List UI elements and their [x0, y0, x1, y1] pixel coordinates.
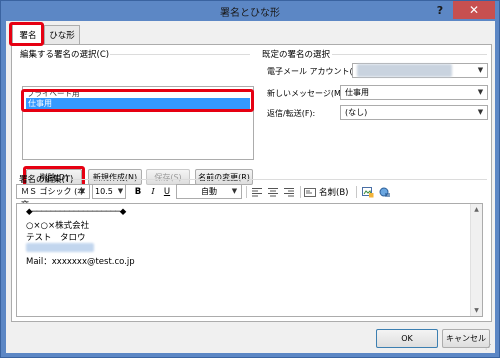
- new-messages-value: 仕事用: [345, 88, 369, 97]
- title-bar[interactable]: 署名とひな形 ? ✕: [1, 1, 499, 21]
- editor-line-redacted: xxxxxxxxxxxx: [26, 243, 94, 252]
- divider: [110, 54, 250, 55]
- editor-line-divider: ◆───────────────────◆: [26, 207, 126, 217]
- business-card-icon: [304, 187, 316, 197]
- italic-button[interactable]: I: [147, 184, 159, 200]
- tab-signature[interactable]: 署名: [12, 24, 44, 45]
- email-account-select[interactable]: xxxxxxxxxxxxxxxxxxxx ▼: [352, 63, 488, 78]
- chevron-down-icon: ▼: [231, 187, 238, 195]
- toolbar-separator: [300, 186, 301, 198]
- insert-picture-icon[interactable]: [361, 184, 375, 200]
- new-messages-select[interactable]: 仕事用 ▼: [340, 85, 488, 100]
- divider: [72, 179, 487, 180]
- chevron-down-icon: ▼: [79, 187, 86, 195]
- window-title: 署名とひな形: [220, 8, 280, 19]
- bold-button[interactable]: B: [132, 184, 144, 200]
- align-right-icon[interactable]: [282, 184, 296, 200]
- ok-button[interactable]: OK: [376, 329, 438, 348]
- new-button[interactable]: 新規作成(N): [88, 169, 142, 185]
- dialog-window: 署名とひな形 ? ✕ 署名 ひな形 編集する署名の選択(C) プライベート用 仕…: [0, 0, 500, 358]
- toolbar-separator: [246, 186, 247, 198]
- reply-forward-value: (なし): [345, 108, 368, 117]
- signature-list-item[interactable]: 仕事用: [26, 98, 250, 109]
- dialog-client: 署名 ひな形 編集する署名の選択(C) プライベート用 仕事用 削除(D) 新規…: [6, 21, 495, 353]
- tab-stationery[interactable]: ひな形: [44, 25, 80, 44]
- editor-line-name: テスト タロウ: [26, 233, 86, 243]
- chevron-down-icon: ▼: [117, 187, 124, 195]
- email-account-value: xxxxxxxxxxxxxxxxxxxx: [357, 64, 452, 77]
- font-size-value: 10.5: [95, 187, 113, 196]
- signature-list[interactable]: プライベート用 仕事用: [22, 86, 254, 160]
- divider: [332, 54, 487, 55]
- select-signature-label: 編集する署名の選択(C): [20, 50, 110, 60]
- format-toolbar: ＭＳ ゴシック (本文 ▼ 10.5 ▼ B I U 自動 ▼: [16, 184, 484, 209]
- close-button[interactable]: ✕: [453, 1, 495, 19]
- resize-grip-icon[interactable]: ⋰: [485, 343, 493, 351]
- chevron-down-icon: ▼: [477, 108, 484, 116]
- editor-line-mail: Mail：xxxxxxx@test.co.jp: [26, 257, 135, 267]
- reply-forward-select[interactable]: (なし) ▼: [340, 105, 488, 120]
- font-color-select[interactable]: 自動 ▼: [176, 184, 242, 199]
- default-signature-label: 既定の署名の選択: [262, 50, 331, 60]
- font-name-select[interactable]: ＭＳ ゴシック (本文 ▼: [16, 184, 90, 209]
- email-account-label: 電子メール アカウント(A):: [267, 67, 364, 76]
- toolbar-separator: [356, 186, 357, 198]
- font-size-select[interactable]: 10.5 ▼: [92, 184, 126, 199]
- align-center-icon[interactable]: [266, 184, 280, 200]
- save-button[interactable]: 保存(S): [146, 169, 190, 185]
- underline-button[interactable]: U: [161, 184, 173, 200]
- editor-line-company: ○×○×株式会社: [26, 221, 90, 231]
- help-button[interactable]: ?: [426, 1, 454, 19]
- rename-button[interactable]: 名前の変更(R): [195, 169, 253, 185]
- scroll-down-icon[interactable]: ▼: [471, 305, 482, 316]
- chevron-down-icon: ▼: [477, 88, 484, 96]
- editor-scrollbar[interactable]: ▲ ▼: [470, 204, 482, 316]
- business-card-label: 名刺(B): [319, 188, 349, 198]
- scroll-up-icon[interactable]: ▲: [471, 204, 482, 215]
- signature-editor[interactable]: ◆───────────────────◆ ○×○×株式会社 テスト タロウ x…: [16, 203, 483, 317]
- cancel-button[interactable]: キャンセル: [442, 329, 490, 348]
- font-color-value: 自動: [201, 187, 217, 196]
- align-left-icon[interactable]: [250, 184, 264, 200]
- chevron-down-icon: ▼: [477, 66, 484, 74]
- new-messages-label: 新しいメッセージ(M):: [267, 89, 347, 98]
- business-card-button[interactable]: 名刺(B): [304, 184, 354, 200]
- reply-forward-label: 返信/転送(F):: [267, 109, 316, 118]
- insert-hyperlink-icon[interactable]: [378, 184, 392, 200]
